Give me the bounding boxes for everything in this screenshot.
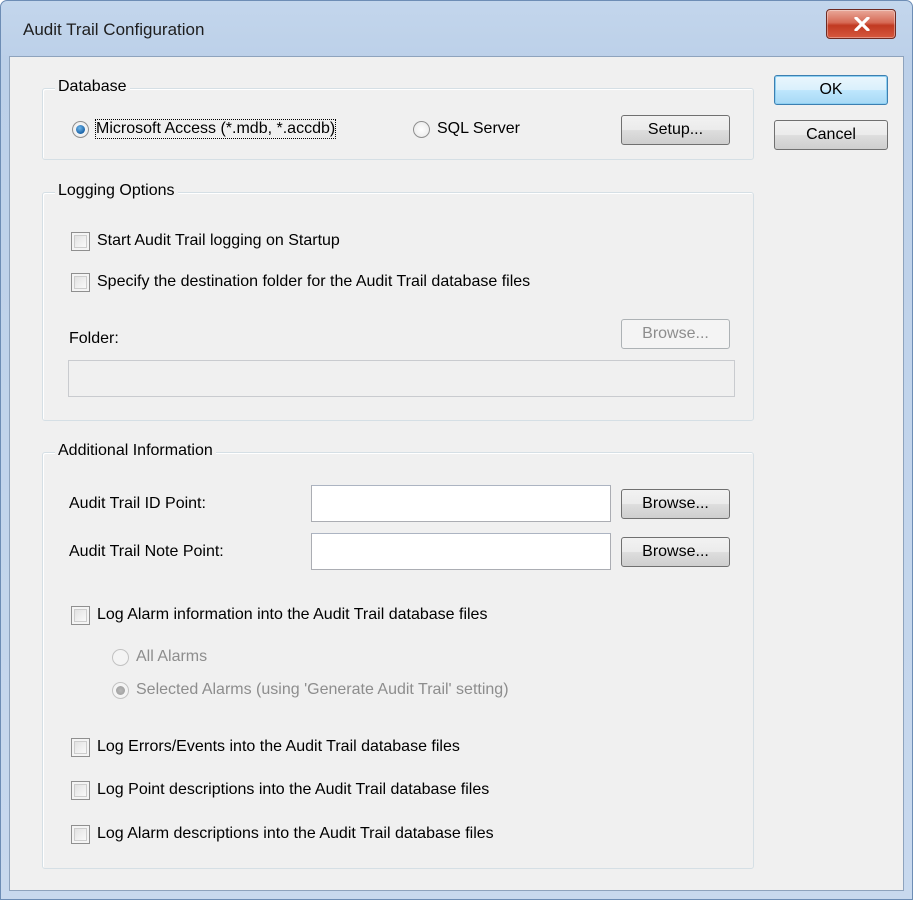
id-point-browse-button[interactable]: Browse... [621, 489, 730, 519]
selected-alarms-label[interactable]: Selected Alarms (using 'Generate Audit T… [136, 681, 509, 699]
folder-path-field[interactable] [68, 360, 735, 397]
specify-folder-checkbox[interactable] [71, 273, 90, 292]
audit-trail-note-point-label: Audit Trail Note Point: [69, 543, 224, 560]
additional-information-group-title: Additional Information [55, 442, 216, 460]
log-errors-events-checkbox[interactable] [71, 738, 90, 757]
start-on-startup-checkbox[interactable] [71, 232, 90, 251]
cancel-button[interactable]: Cancel [774, 120, 888, 150]
start-on-startup-label[interactable]: Start Audit Trail logging on Startup [97, 232, 340, 250]
database-group-title: Database [55, 78, 130, 96]
audit-trail-id-point-input[interactable] [312, 486, 610, 521]
log-alarm-descriptions-label[interactable]: Log Alarm descriptions into the Audit Tr… [97, 825, 494, 843]
close-icon [854, 17, 870, 31]
note-point-browse-button[interactable]: Browse... [621, 537, 730, 567]
all-alarms-label[interactable]: All Alarms [136, 648, 207, 666]
window-title: Audit Trail Configuration [23, 20, 205, 39]
ok-button[interactable]: OK [774, 75, 888, 105]
sql-server-label[interactable]: SQL Server [437, 120, 520, 138]
log-errors-events-label[interactable]: Log Errors/Events into the Audit Trail d… [97, 738, 460, 756]
sql-server-radio[interactable] [413, 121, 430, 138]
title-bar[interactable]: Audit Trail Configuration [1, 1, 912, 57]
log-point-descriptions-label[interactable]: Log Point descriptions into the Audit Tr… [97, 781, 489, 799]
close-button[interactable] [826, 9, 896, 39]
microsoft-access-radio[interactable] [72, 121, 89, 138]
audit-trail-id-point-field[interactable] [311, 485, 611, 522]
dialog-client-area: Database Microsoft Access (*.mdb, *.accd… [9, 56, 904, 891]
setup-button[interactable]: Setup... [621, 115, 730, 145]
selected-alarms-radio[interactable] [112, 682, 129, 699]
audit-trail-note-point-input[interactable] [312, 534, 610, 569]
specify-folder-label[interactable]: Specify the destination folder for the A… [97, 273, 530, 291]
microsoft-access-label[interactable]: Microsoft Access (*.mdb, *.accdb) [94, 119, 337, 139]
log-alarm-descriptions-checkbox[interactable] [71, 825, 90, 844]
log-alarm-info-checkbox[interactable] [71, 606, 90, 625]
dialog-window: Audit Trail Configuration Database Micro… [0, 0, 913, 900]
log-alarm-info-label[interactable]: Log Alarm information into the Audit Tra… [97, 606, 487, 624]
audit-trail-id-point-label: Audit Trail ID Point: [69, 495, 206, 512]
logging-options-group-title: Logging Options [55, 182, 178, 200]
folder-browse-button[interactable]: Browse... [621, 319, 730, 349]
audit-trail-note-point-field[interactable] [311, 533, 611, 570]
folder-label: Folder: [69, 330, 119, 347]
all-alarms-radio[interactable] [112, 649, 129, 666]
folder-path-input[interactable] [69, 361, 734, 396]
log-point-descriptions-checkbox[interactable] [71, 781, 90, 800]
